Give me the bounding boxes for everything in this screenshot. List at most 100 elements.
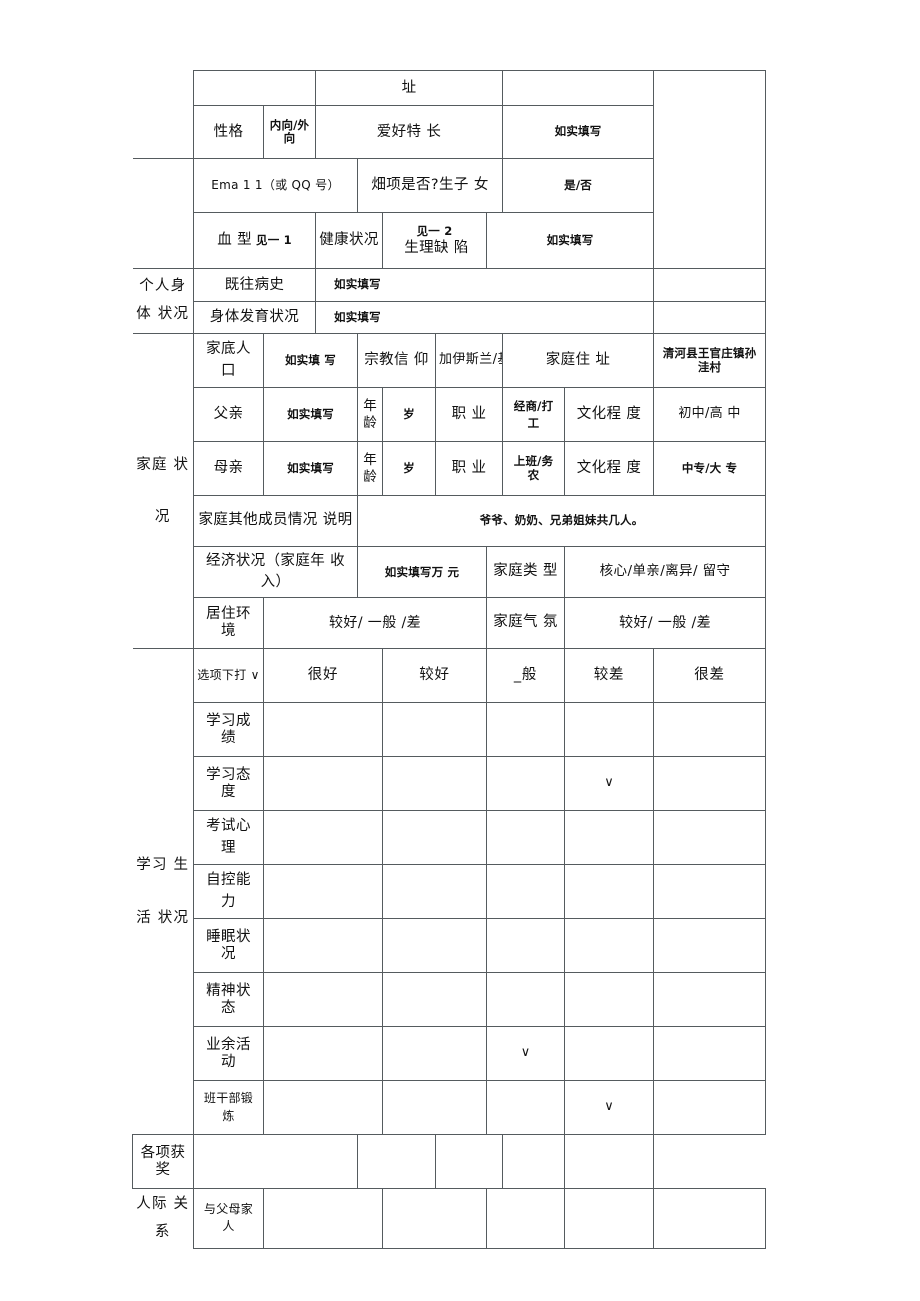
cell-rating-option-2[interactable] — [485, 1188, 566, 1249]
cell-rating-option-4[interactable] — [653, 1026, 767, 1081]
cell-rating-option-3[interactable]: ∨ — [564, 1080, 655, 1135]
cell-medical-history-right-blank[interactable] — [653, 268, 767, 302]
cell-rating-option-1[interactable] — [382, 1026, 487, 1081]
cell-rating-option-4[interactable] — [653, 1080, 767, 1135]
rating-tick — [265, 1052, 382, 1056]
cell-rating-option-1[interactable] — [382, 1188, 487, 1249]
cell-mother-edu-value[interactable]: 中专/大 专 — [653, 441, 767, 496]
cell-rating-option-4[interactable] — [653, 1188, 767, 1249]
cell-rating-option-3[interactable] — [564, 702, 655, 757]
cell-rating-option-3[interactable] — [564, 864, 655, 919]
rating-tick — [488, 890, 564, 894]
defect-value: 如实填写 — [546, 232, 594, 247]
cell-rating-option-4[interactable] — [653, 756, 767, 811]
cell-development-right-blank[interactable] — [653, 301, 767, 334]
cell-rating-option-2[interactable] — [485, 972, 566, 1027]
cell-home-address-value[interactable]: 清河县王官庄镇孙洼村 — [653, 333, 767, 388]
cell-rating-option-3[interactable] — [564, 810, 655, 865]
household-value: 如实填 写 — [284, 352, 336, 367]
cell-rating-option-1[interactable] — [382, 702, 487, 757]
cell-rating-option-3[interactable] — [564, 972, 655, 1027]
cell-rating-col-1: 较好 — [382, 648, 487, 703]
cell-household-value[interactable]: 如实填 写 — [263, 333, 358, 388]
rating-tick — [655, 728, 765, 732]
cell-rating-option-2[interactable] — [485, 918, 566, 973]
cell-rating-option-0[interactable] — [263, 810, 383, 865]
cell-family-type-value[interactable]: 核心/单亲/离异/ 留守 — [564, 546, 767, 598]
rating-tick — [566, 998, 653, 1002]
cell-defect-value[interactable]: 如实填写 — [485, 212, 655, 269]
development-value: 如实填写 — [334, 309, 381, 324]
cell-rating-option-2[interactable] — [485, 756, 566, 811]
cell-rating-option-3[interactable] — [564, 1026, 655, 1081]
cell-rating-option-3[interactable]: ∨ — [564, 756, 655, 811]
cell-rating-option-0[interactable] — [263, 1188, 383, 1249]
cell-rating-option-0[interactable] — [263, 702, 383, 757]
cell-health-value[interactable]: 见一 2生理缺 陷 — [382, 212, 487, 269]
cell-rating-option-3[interactable] — [564, 918, 655, 973]
rating-tick — [384, 728, 486, 732]
cell-medical-history-value[interactable]: 如实填写 — [314, 268, 655, 302]
cell-rating-option-4[interactable] — [653, 918, 767, 973]
cell-rating-option-2[interactable] — [485, 702, 566, 757]
cell-hobby-value[interactable]: 如实填写 — [502, 105, 655, 159]
cell-rating-option-2[interactable] — [485, 1080, 566, 1135]
cell-rating-option-3[interactable] — [502, 1134, 566, 1189]
cell-rating-option-0[interactable] — [263, 1026, 383, 1081]
rating-tick — [265, 890, 382, 894]
cell-rating-option-0[interactable] — [263, 756, 383, 811]
cell-personality-value[interactable]: 内向/外向 — [263, 105, 316, 159]
cell-rating-option-4[interactable] — [653, 864, 767, 919]
cell-rating-label: 学习态 度 — [193, 756, 264, 811]
cell-rating-option-2[interactable] — [434, 1134, 504, 1189]
cell-rating-option-4[interactable] — [653, 702, 767, 757]
rating-tick — [566, 1216, 653, 1220]
cell-only-child-value[interactable]: 是/否 — [502, 158, 655, 213]
cell-living-env-label: 居住环 境 — [193, 597, 264, 649]
cell-rating-option-2[interactable] — [485, 864, 566, 919]
cell-father-edu-value[interactable]: 初中/高 中 — [653, 387, 767, 442]
cell-address-blank-2[interactable] — [502, 70, 655, 106]
cell-rating-option-0[interactable] — [193, 1134, 358, 1189]
cell-rating-option-2[interactable] — [485, 810, 566, 865]
only-child-value: 是/否 — [564, 177, 592, 192]
cell-economy-value[interactable]: 如实填写万 元 — [357, 546, 487, 598]
rating-tick — [488, 728, 564, 732]
cell-rating-option-0[interactable] — [263, 1080, 383, 1135]
cell-rating-option-1[interactable] — [382, 918, 487, 973]
cell-mother-job-value[interactable]: 上班/务 农 — [502, 441, 566, 496]
cell-health-label: 健康状况 — [315, 212, 383, 269]
cell-rating-option-1[interactable] — [382, 864, 487, 919]
cell-address-blank-1[interactable] — [193, 70, 316, 106]
cell-top-right-blank[interactable] — [653, 70, 767, 269]
cell-father-job-value[interactable]: 经商/打 工 — [502, 387, 566, 442]
cell-rating-option-2[interactable]: ∨ — [485, 1026, 566, 1081]
cell-rating-option-4[interactable] — [564, 1134, 655, 1189]
economy-label: 经济状况（家庭年 收入） — [205, 552, 346, 590]
table-row-rating: 精神状 态 — [133, 972, 767, 1027]
cell-rating-option-3[interactable] — [564, 1188, 655, 1249]
cell-rating-option-1[interactable] — [357, 1134, 436, 1189]
table-row-rating: 自控能 力 — [133, 864, 767, 919]
cell-rating-option-0[interactable] — [263, 864, 383, 919]
cell-rating-option-1[interactable] — [382, 756, 487, 811]
cell-rating-option-1[interactable] — [382, 972, 487, 1027]
cell-father-name-value[interactable]: 如实填写 — [263, 387, 358, 442]
cell-rating-option-0[interactable] — [263, 918, 383, 973]
cell-mother-name-value[interactable]: 如实填写 — [263, 441, 358, 496]
rating-tick — [359, 1160, 435, 1164]
cell-development-value[interactable]: 如实填写 — [314, 301, 655, 334]
cell-rating-option-1[interactable] — [382, 1080, 487, 1135]
cell-other-members-value[interactable]: 爷爷、奶奶、兄弟姐妹共几人。 — [356, 495, 767, 547]
rating-column-header-1: 较好 — [419, 667, 450, 684]
cell-religion-value[interactable]: 加伊斯兰/基 於教 — [434, 333, 504, 388]
cell-living-env-value[interactable]: 较好/ 一般 /差 — [263, 597, 487, 649]
cell-father-age-value[interactable]: 岁 — [382, 387, 436, 442]
cell-rating-option-0[interactable] — [263, 972, 383, 1027]
blood-type-label: 血 型 — [217, 232, 252, 249]
cell-atmosphere-value[interactable]: 较好/ 一般 /差 — [564, 597, 767, 649]
cell-rating-option-1[interactable] — [382, 810, 487, 865]
cell-rating-option-4[interactable] — [653, 972, 767, 1027]
cell-mother-age-value[interactable]: 岁 — [382, 441, 436, 496]
cell-rating-option-4[interactable] — [653, 810, 767, 865]
